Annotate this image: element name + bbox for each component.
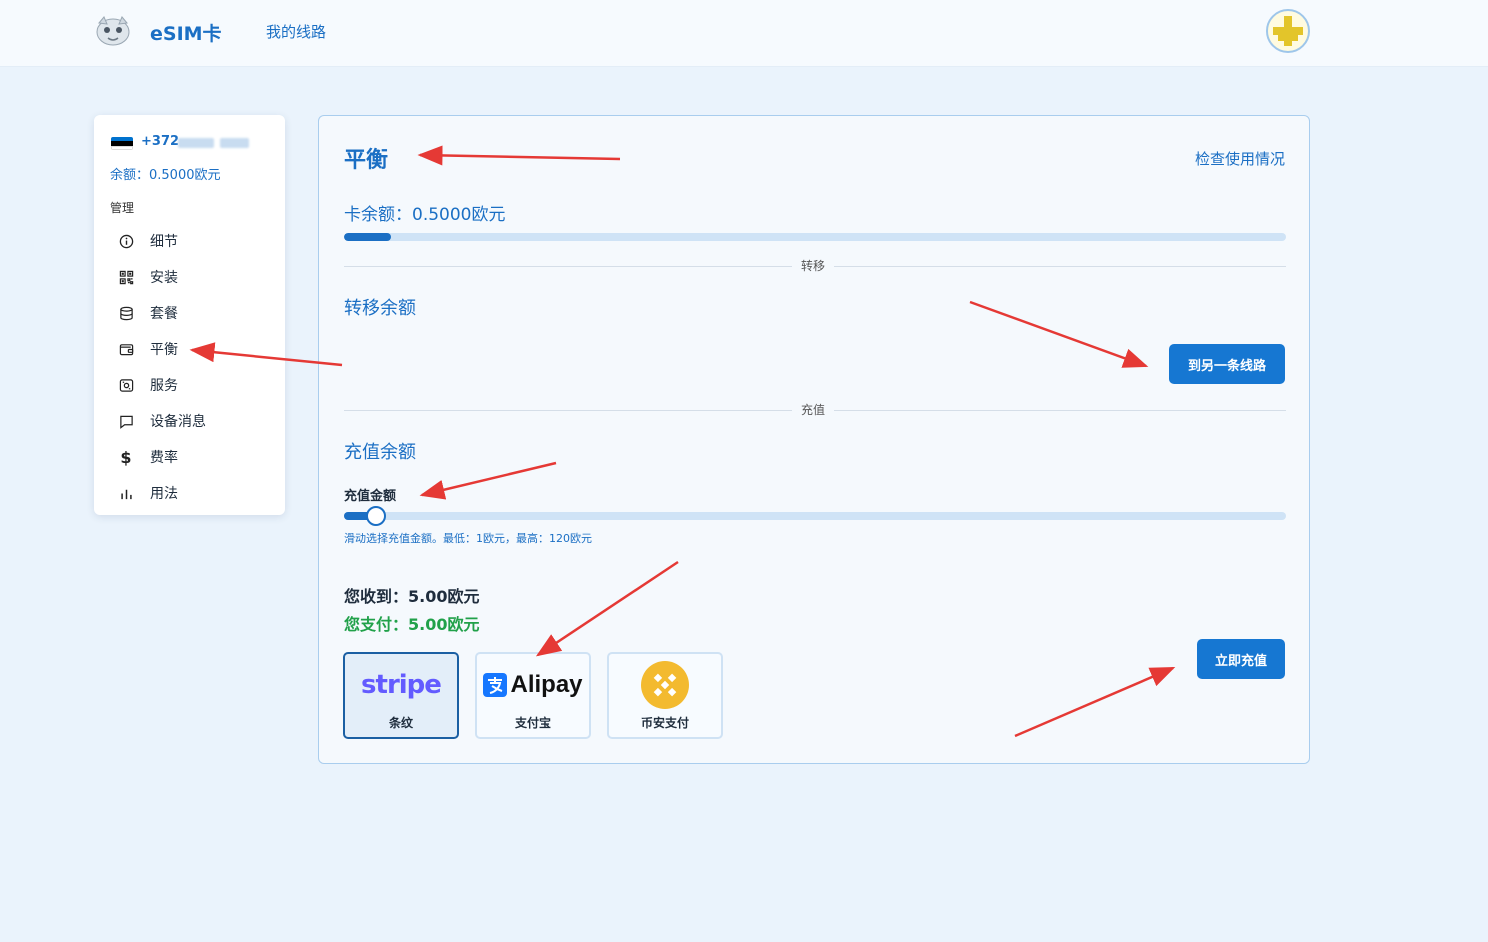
payment-option-binance-pay[interactable]: 币安支付 (607, 652, 723, 739)
sidebar-item-label: 费率 (150, 450, 178, 466)
sidebar-item-rates[interactable]: $ 费率 (110, 439, 270, 475)
sidebar-item-label: 平衡 (150, 342, 178, 358)
payment-option-alipay[interactable]: Alipay 支付宝 (475, 652, 591, 739)
payment-option-stripe[interactable]: stripe 条纹 (343, 652, 459, 739)
sidebar-item-usage[interactable]: 用法 (110, 475, 270, 511)
pay-amount: 您支付：5.00欧元 (344, 615, 480, 634)
nav-my-lines[interactable]: 我的线路 (266, 21, 326, 42)
estonia-flag-icon (111, 137, 133, 150)
wallet-icon (118, 341, 134, 357)
avatar[interactable] (1266, 9, 1310, 53)
sidebar-section-title: 管理 (110, 201, 135, 215)
sidebar-item-label: 套餐 (150, 306, 178, 322)
brand-name[interactable]: eSIM卡 (150, 19, 222, 46)
balance-progress-bar (344, 233, 1286, 241)
card-balance: 卡余额：0.5000欧元 (344, 205, 506, 225)
database-icon (118, 305, 134, 321)
qr-code-icon (118, 269, 134, 285)
phone-number: +372 (141, 134, 180, 149)
sidebar-balance: 余额：0.5000欧元 (110, 168, 221, 183)
sidebar-menu: 细节 安装 套餐 平衡 服务 设备消息 $ 费率 用法 (110, 223, 270, 511)
balance-panel: 平衡 检查使用情况 卡余额：0.5000欧元 转移 转移余额 到另一条线路 充值… (318, 115, 1310, 764)
sidebar-item-balance[interactable]: 平衡 (110, 331, 270, 367)
recharge-now-button[interactable]: 立即充值 (1197, 639, 1285, 679)
sidebar-item-plans[interactable]: 套餐 (110, 295, 270, 331)
recharge-hint: 滑动选择充值金额。最低：1欧元，最高：120欧元 (344, 532, 592, 545)
recharge-amount-label: 充值金额 (344, 489, 397, 504)
sidebar-item-device-messages[interactable]: 设备消息 (110, 403, 270, 439)
binance-logo-icon (641, 660, 689, 710)
message-icon (118, 413, 134, 429)
sidebar: +372 余额：0.5000欧元 管理 细节 安装 套餐 平衡 服务 设备消息 … (94, 115, 285, 515)
sidebar-item-label: 用法 (150, 486, 178, 502)
redacted-number-part-1 (178, 138, 214, 148)
recharge-divider-label: 充值 (792, 401, 835, 418)
payment-option-label: 币安支付 (640, 716, 689, 730)
sidebar-item-label: 服务 (150, 378, 178, 394)
balance-progress-fill (344, 233, 392, 241)
check-usage-link[interactable]: 检查使用情况 (1195, 148, 1285, 169)
alipay-logo-icon: Alipay (483, 660, 583, 710)
services-icon (118, 377, 134, 393)
redacted-number-part-2 (220, 138, 249, 148)
slider-thumb[interactable] (365, 506, 386, 526)
transfer-divider-label: 转移 (792, 257, 835, 274)
logo-icon[interactable] (94, 13, 132, 47)
receive-amount: 您收到：5.00欧元 (344, 587, 480, 606)
payment-option-label: 条纹 (388, 716, 413, 730)
transfer-title: 转移余额 (344, 298, 416, 319)
recharge-amount-slider[interactable] (344, 506, 1286, 526)
recharge-title: 充值余额 (344, 442, 416, 463)
bar-chart-icon (118, 485, 134, 501)
info-icon (118, 233, 134, 249)
sidebar-item-label: 安装 (150, 270, 178, 286)
sidebar-item-install[interactable]: 安装 (110, 259, 270, 295)
sidebar-item-label: 设备消息 (150, 414, 206, 430)
avatar-pattern-icon (1273, 16, 1303, 46)
transfer-to-another-line-button[interactable]: 到另一条线路 (1169, 344, 1285, 384)
page-title: 平衡 (344, 148, 389, 173)
sidebar-item-label: 细节 (150, 234, 178, 250)
sidebar-item-services[interactable]: 服务 (110, 367, 270, 403)
sidebar-item-details[interactable]: 细节 (110, 223, 270, 259)
payment-option-label: 支付宝 (514, 716, 551, 730)
top-bar: eSIM卡 我的线路 (0, 0, 1488, 67)
dollar-icon: $ (120, 447, 132, 467)
stripe-logo-icon: stripe (361, 670, 442, 700)
